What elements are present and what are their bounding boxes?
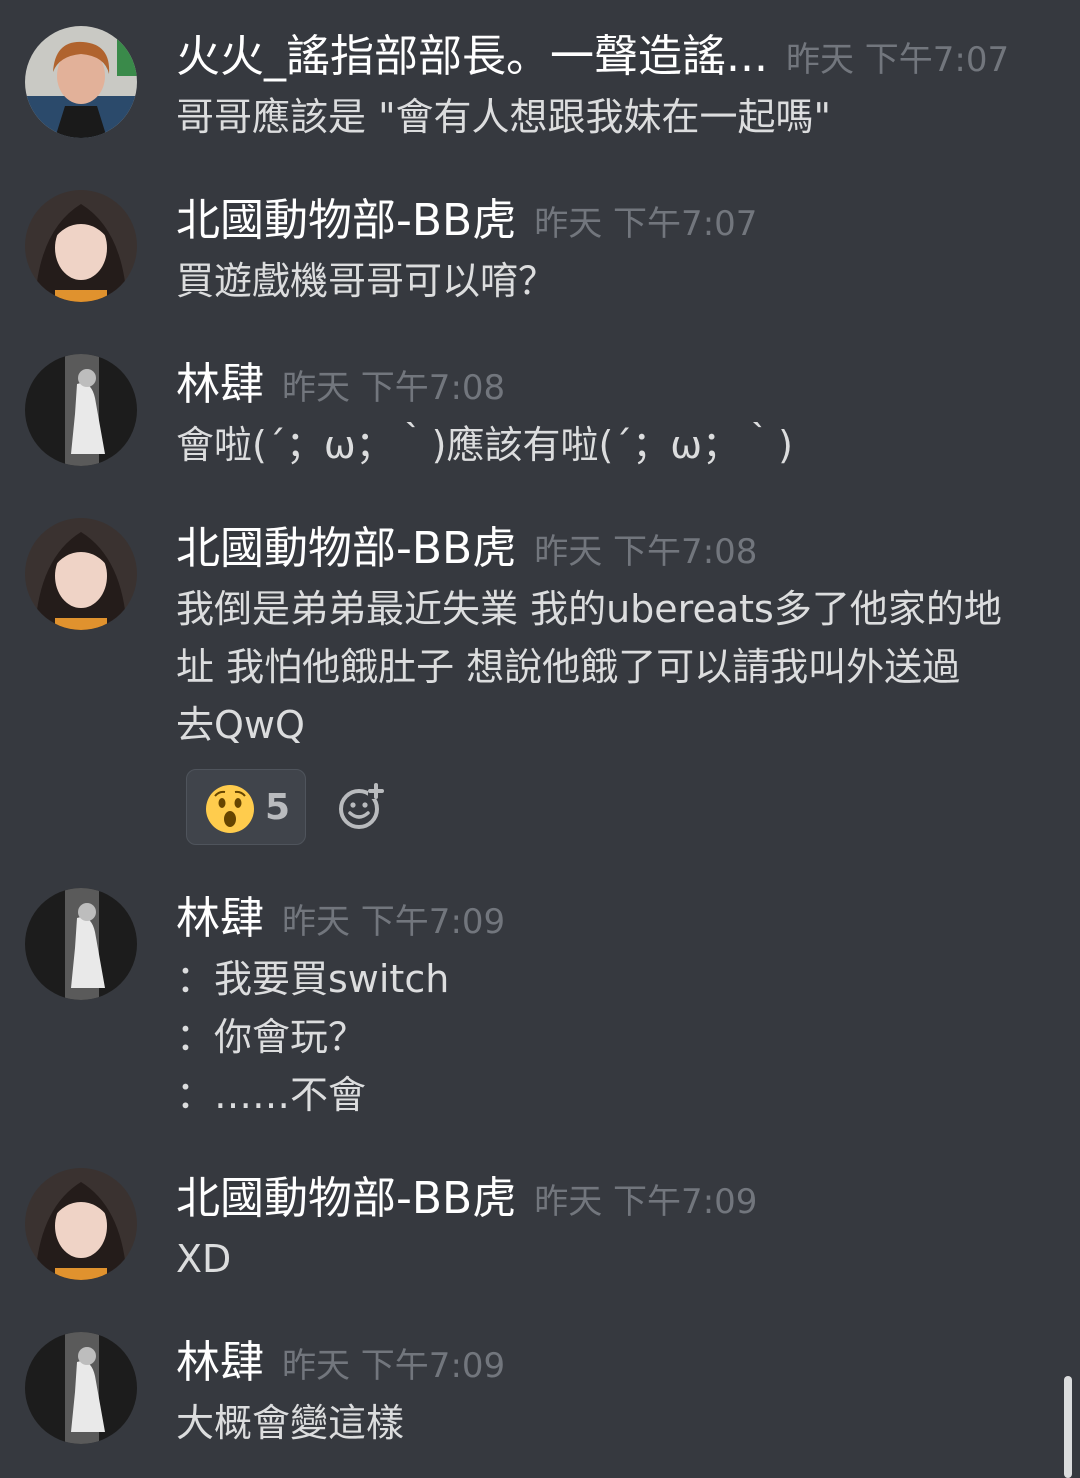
user-avatar-icon[interactable] bbox=[25, 888, 137, 1000]
reaction-count: 5 bbox=[265, 787, 291, 828]
reaction-button[interactable]: 5 bbox=[186, 769, 306, 845]
message-header: 北國動物部-BB虎 昨天 下午7:07 bbox=[176, 190, 757, 252]
message-line: ：我要買switch bbox=[176, 957, 450, 1001]
message-header: 北國動物部-BB虎 昨天 下午7:08 bbox=[176, 518, 757, 580]
message-content: 會啦(´；ω；｀)應該有啦(´；ω；｀) bbox=[176, 416, 1046, 474]
timestamp: 昨天 下午7:09 bbox=[282, 1346, 506, 1386]
message-header: 林肆 昨天 下午7:08 bbox=[176, 354, 505, 416]
user-avatar-icon[interactable] bbox=[25, 354, 137, 466]
username[interactable]: 北國動物部-BB虎 bbox=[176, 195, 516, 246]
message-line: 址 我怕他餓肚子 想說他餓了可以請我叫外送過 bbox=[176, 645, 961, 689]
message-line: 我倒是弟弟最近失業 我的ubereats多了他家的地 bbox=[176, 587, 1002, 631]
message-content: 買遊戲機哥哥可以唷？ bbox=[176, 252, 1046, 310]
timestamp: 昨天 下午7:07 bbox=[534, 204, 758, 244]
message-content: 哥哥應該是 "會有人想跟我妹在一起嗎" bbox=[176, 88, 1046, 146]
message-line: 哥哥應該是 "會有人想跟我妹在一起嗎" bbox=[176, 95, 832, 139]
chat-message-list[interactable]: 火火_謠指部部長。一聲造謠... 昨天 下午7:07 哥哥應該是 "會有人想跟我妹… bbox=[0, 0, 1080, 1478]
username[interactable]: 林肆 bbox=[176, 359, 264, 410]
username[interactable]: 林肆 bbox=[176, 893, 264, 944]
user-avatar-icon[interactable] bbox=[25, 1332, 137, 1444]
user-avatar-icon[interactable] bbox=[25, 518, 137, 630]
timestamp: 昨天 下午7:09 bbox=[282, 902, 506, 942]
message-content: XD bbox=[176, 1230, 1046, 1288]
scrollbar-thumb[interactable] bbox=[1064, 1376, 1072, 1478]
username[interactable]: 火火_謠指部部長。一聲造謠... bbox=[176, 31, 768, 82]
message-content: 大概會變這樣 bbox=[176, 1394, 1046, 1452]
timestamp: 昨天 下午7:08 bbox=[534, 532, 758, 572]
user-avatar-icon[interactable] bbox=[25, 1168, 137, 1280]
message-line: 會啦(´；ω；｀)應該有啦(´；ω；｀) bbox=[176, 423, 793, 467]
message-line: ：……不會 bbox=[176, 1073, 367, 1117]
message-content: ：我要買switch ：你會玩？ ：……不會 bbox=[176, 950, 1046, 1124]
message-content: 我倒是弟弟最近失業 我的ubereats多了他家的地 址 我怕他餓肚子 想說他餓… bbox=[176, 580, 1046, 754]
astonished-face-icon bbox=[205, 784, 255, 838]
message-line: XD bbox=[176, 1237, 232, 1281]
message-header: 林肆 昨天 下午7:09 bbox=[176, 888, 505, 950]
timestamp: 昨天 下午7:08 bbox=[282, 368, 506, 408]
message-line: 買遊戲機哥哥可以唷？ bbox=[176, 259, 557, 303]
add-reaction-icon[interactable] bbox=[338, 783, 386, 835]
user-avatar-icon[interactable] bbox=[25, 26, 137, 138]
message-line: ：你會玩？ bbox=[176, 1015, 367, 1059]
timestamp: 昨天 下午7:07 bbox=[785, 40, 1010, 80]
message-header: 林肆 昨天 下午7:09 bbox=[176, 1332, 505, 1394]
message-line: 大概會變這樣 bbox=[176, 1401, 405, 1445]
message-header: 北國動物部-BB虎 昨天 下午7:09 bbox=[176, 1168, 757, 1230]
username[interactable]: 北國動物部-BB虎 bbox=[176, 523, 516, 574]
username[interactable]: 北國動物部-BB虎 bbox=[176, 1173, 516, 1224]
username[interactable]: 林肆 bbox=[176, 1337, 264, 1388]
message-header: 火火_謠指部部長。一聲造謠... 昨天 下午7:07 bbox=[176, 26, 1009, 88]
timestamp: 昨天 下午7:09 bbox=[534, 1182, 758, 1222]
user-avatar-icon[interactable] bbox=[25, 190, 137, 302]
message-line: 去QwQ bbox=[176, 703, 305, 747]
